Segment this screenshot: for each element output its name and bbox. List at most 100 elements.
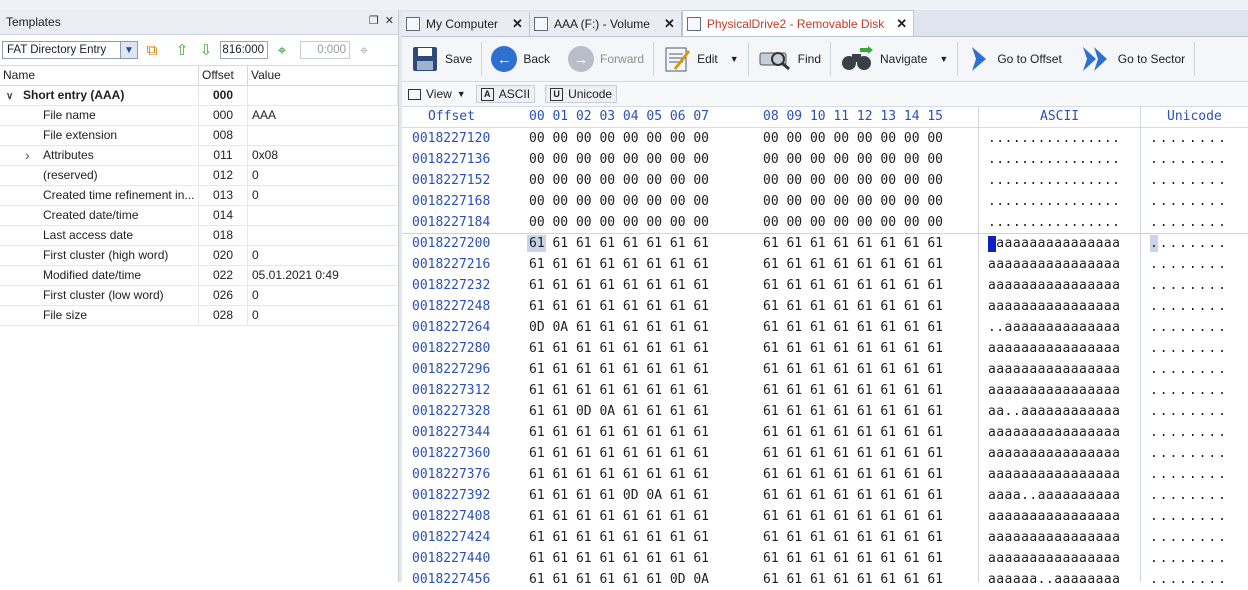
hex-row[interactable]: 0018227216 61 61 61 61 61 61 61 61 61 61 6… <box>402 254 1248 275</box>
ascii-text[interactable]: aaaaaaaaaaaaaaaa <box>988 425 1120 440</box>
hex-row[interactable]: 0018227168 00 00 00 00 00 00 00 00 00 00 0… <box>402 191 1248 212</box>
arrow-up-icon[interactable]: ⇧ <box>172 40 192 60</box>
collapse-chevron-icon[interactable]: ∨ <box>6 87 23 105</box>
hex-bytes-8-15[interactable]: 61 61 61 61 61 61 61 61 <box>763 299 943 314</box>
unicode-text[interactable]: ........ <box>1150 551 1228 566</box>
row-offset[interactable]: 0018227424 <box>412 530 490 545</box>
hex-bytes-8-15[interactable]: 61 61 61 61 61 61 61 61 <box>763 236 943 251</box>
hex-bytes-8-15[interactable]: 00 00 00 00 00 00 00 00 <box>763 131 943 146</box>
row-offset[interactable]: 0018227152 <box>412 173 490 188</box>
row-offset[interactable]: 0018227344 <box>412 425 490 440</box>
hex-bytes-8-15[interactable]: 61 61 61 61 61 61 61 61 <box>763 320 943 335</box>
hex-bytes-8-15[interactable]: 61 61 61 61 61 61 61 61 <box>763 551 943 566</box>
save-button[interactable]: Save <box>402 39 481 79</box>
hex-bytes-0-7[interactable]: 61 61 61 61 61 61 61 61 <box>529 446 709 461</box>
hex-row[interactable]: 0018227296 61 61 61 61 61 61 61 61 61 61 6… <box>402 359 1248 380</box>
hex-row[interactable]: 0018227392 61 61 61 61 0D 0A 61 61 61 61 6… <box>402 485 1248 506</box>
column-offset[interactable]: Offset <box>199 66 248 85</box>
find-button[interactable]: Find <box>749 39 830 79</box>
table-row[interactable]: (reserved) 012 0 <box>0 166 398 186</box>
goto-sector-button[interactable]: Go to Sector <box>1071 39 1194 79</box>
ascii-text[interactable]: aaaaaaaaaaaaaaaa <box>988 362 1120 377</box>
hex-bytes-0-7[interactable]: 00 00 00 00 00 00 00 00 <box>529 215 709 230</box>
navigate-button[interactable]: Navigate ▼ <box>831 39 957 79</box>
unicode-text[interactable]: ........ <box>1150 194 1228 209</box>
hex-row[interactable]: 0018227312 61 61 61 61 61 61 61 61 61 61 6… <box>402 380 1248 401</box>
table-row[interactable]: File extension 008 <box>0 126 398 146</box>
close-icon[interactable]: ✕ <box>385 14 394 27</box>
edit-button[interactable]: Edit ▼ <box>654 39 748 79</box>
hex-bytes-0-7[interactable]: 61 61 61 61 61 61 61 61 <box>529 236 709 251</box>
unicode-text[interactable]: ........ <box>1150 341 1228 356</box>
pin-icon[interactable]: ⌖ <box>272 40 292 60</box>
unicode-text[interactable]: ........ <box>1150 530 1228 545</box>
table-row[interactable]: Modified date/time 022 05.01.2021 0:49 <box>0 266 398 286</box>
hex-bytes-8-15[interactable]: 61 61 61 61 61 61 61 61 <box>763 278 943 293</box>
hex-bytes-8-15[interactable]: 00 00 00 00 00 00 00 00 <box>763 194 943 209</box>
ascii-toggle[interactable]: A ASCII <box>475 85 536 103</box>
hex-view[interactable]: Offset 00 01 02 03 04 05 06 07 08 09 10 … <box>402 106 1248 587</box>
column-value[interactable]: Value <box>248 66 398 85</box>
row-offset[interactable]: 0018227264 <box>412 320 490 335</box>
field-value[interactable]: 0 <box>248 166 398 185</box>
ascii-text[interactable]: ................ <box>988 215 1120 230</box>
hex-bytes-8-15[interactable]: 61 61 61 61 61 61 61 61 <box>763 383 943 398</box>
ascii-text[interactable]: aaaaaa..aaaaaaaa <box>988 572 1120 587</box>
row-offset[interactable]: 0018227376 <box>412 467 490 482</box>
unicode-text[interactable]: ........ <box>1150 299 1228 314</box>
ascii-text[interactable]: aaaaaaaaaaaaaaaa <box>988 509 1120 524</box>
hex-bytes-8-15[interactable]: 61 61 61 61 61 61 61 61 <box>763 467 943 482</box>
row-offset[interactable]: 0018227312 <box>412 383 490 398</box>
unicode-text[interactable]: ........ <box>1150 320 1228 335</box>
tab-my-computer[interactable]: My Computer ✕ <box>402 12 530 36</box>
hex-bytes-8-15[interactable]: 61 61 61 61 61 61 61 61 <box>763 446 943 461</box>
column-name[interactable]: Name <box>0 66 199 85</box>
hex-bytes-0-7[interactable]: 61 61 61 61 61 61 0D 0A <box>529 572 709 587</box>
template-add-icon[interactable]: ⧉ <box>142 40 162 60</box>
hex-bytes-0-7[interactable]: 61 61 61 61 61 61 61 61 <box>529 383 709 398</box>
hex-bytes-8-15[interactable]: 61 61 61 61 61 61 61 61 <box>763 404 943 419</box>
hex-row[interactable]: 0018227264 0D 0A 61 61 61 61 61 61 61 61 6… <box>402 317 1248 338</box>
unicode-text[interactable]: ........ <box>1150 467 1228 482</box>
hex-bytes-0-7[interactable]: 00 00 00 00 00 00 00 00 <box>529 131 709 146</box>
arrow-down-icon[interactable]: ⇩ <box>196 40 216 60</box>
row-offset[interactable]: 0018227200 <box>412 236 490 251</box>
hex-row[interactable]: 0018227456 61 61 61 61 61 61 0D 0A 61 61 6… <box>402 569 1248 590</box>
ascii-text[interactable]: ................ <box>988 173 1120 188</box>
hex-row[interactable]: 0018227360 61 61 61 61 61 61 61 61 61 61 6… <box>402 443 1248 464</box>
field-value[interactable]: 0 <box>248 246 398 265</box>
ascii-text[interactable]: aaaaaaaaaaaaaaaa <box>988 530 1120 545</box>
expand-chevron-icon[interactable]: › <box>25 146 30 165</box>
hex-bytes-0-7[interactable]: 61 61 61 61 61 61 61 61 <box>529 551 709 566</box>
table-row[interactable]: › Attributes 011 0x08 <box>0 146 398 166</box>
hex-bytes-0-7[interactable]: 61 61 61 61 61 61 61 61 <box>529 425 709 440</box>
ascii-text[interactable]: ................ <box>988 194 1120 209</box>
unicode-text[interactable]: ........ <box>1150 509 1228 524</box>
hex-bytes-8-15[interactable]: 00 00 00 00 00 00 00 00 <box>763 215 943 230</box>
hex-row[interactable]: 0018227136 00 00 00 00 00 00 00 00 00 00 0… <box>402 149 1248 170</box>
hex-bytes-8-15[interactable]: 61 61 61 61 61 61 61 61 <box>763 341 943 356</box>
ascii-text[interactable]: ................ <box>988 152 1120 167</box>
hex-bytes-0-7[interactable]: 61 61 61 61 61 61 61 61 <box>529 341 709 356</box>
dropdown-arrow-icon[interactable]: ▼ <box>939 54 948 64</box>
hex-bytes-8-15[interactable]: 61 61 61 61 61 61 61 61 <box>763 257 943 272</box>
unicode-text[interactable]: ........ <box>1150 257 1228 272</box>
row-offset[interactable]: 0018227280 <box>412 341 490 356</box>
table-row[interactable]: Last access date 018 <box>0 226 398 246</box>
row-offset[interactable]: 0018227248 <box>412 299 490 314</box>
hex-bytes-8-15[interactable]: 61 61 61 61 61 61 61 61 <box>763 425 943 440</box>
hex-row[interactable]: 0018227328 61 61 0D 0A 61 61 61 61 61 61 6… <box>402 401 1248 422</box>
hex-bytes-8-15[interactable]: 61 61 61 61 61 61 61 61 <box>763 488 943 503</box>
field-value[interactable]: 0 <box>248 306 398 325</box>
ascii-text[interactable]: ..aaaaaaaaaaaaaa <box>988 320 1120 335</box>
hex-bytes-8-15[interactable]: 00 00 00 00 00 00 00 00 <box>763 152 943 167</box>
hex-bytes-8-15[interactable]: 61 61 61 61 61 61 61 61 <box>763 530 943 545</box>
field-value[interactable] <box>248 206 398 225</box>
dropdown-arrow-icon[interactable]: ▼ <box>730 54 739 64</box>
field-value[interactable] <box>248 226 398 245</box>
unicode-text[interactable]: ........ <box>1150 425 1228 440</box>
hex-row[interactable]: 0018227200 61 61 61 61 61 61 61 61 61 61 6… <box>402 233 1248 254</box>
field-value[interactable]: 0x08 <box>248 146 398 165</box>
table-row[interactable]: First cluster (high word) 020 0 <box>0 246 398 266</box>
hex-bytes-0-7[interactable]: 61 61 0D 0A 61 61 61 61 <box>529 404 709 419</box>
